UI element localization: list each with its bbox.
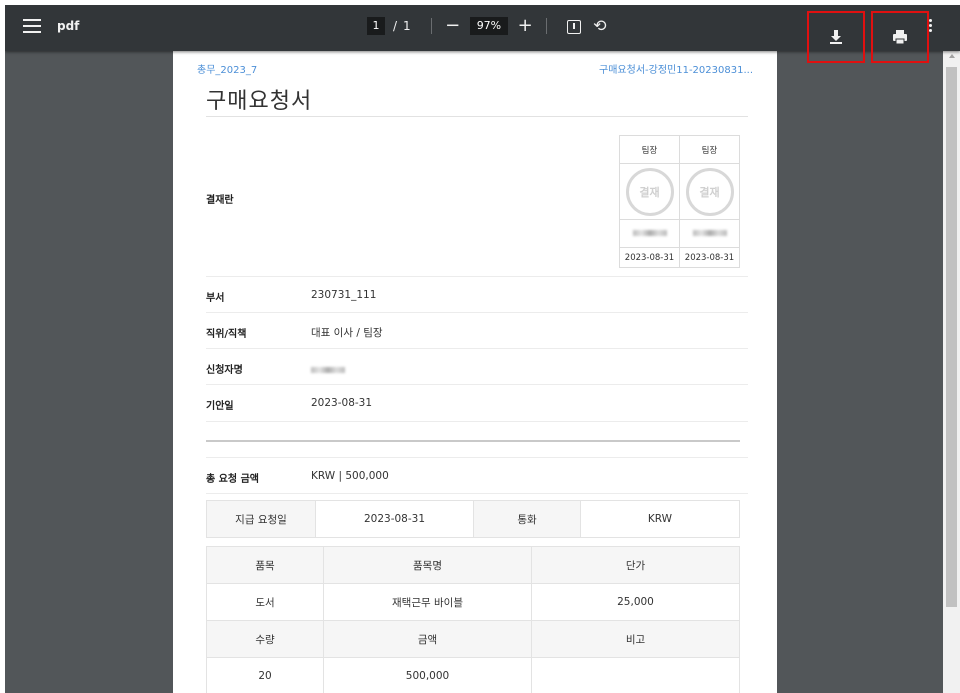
page-controls: 1 / 1 − 97% + ⟲ [367,17,617,35]
approval-table: 팀장 팀장 결재 결재 2023-08-31 2023-08-31 [619,135,740,268]
pdf-viewer: pdf 1 / 1 − 97% + ⟲ 총무_2023_7 구매요청서-강정민1… [5,5,960,693]
document-filename: 구매요청서-강정민11-20230831... [599,65,753,76]
page-number-input[interactable]: 1 [367,17,385,35]
document-category: 총무_2023_7 [197,65,258,76]
row-divider [206,312,748,313]
total-amount-label: 총 요청 금액 [206,474,259,485]
draft-date-value: 2023-08-31 [311,397,373,409]
items-table: 품목 품목명 단가 도서 재택근무 바이블 25,000 수량 금액 비고 20… [206,546,740,693]
row-divider [206,348,748,349]
redacted-approver-name [692,229,727,236]
table-cell: 20 [206,657,324,693]
position-value: 대표 이사 / 팀장 [311,327,383,339]
table-cell: 도서 [206,583,324,621]
table-header: 단가 [531,546,740,584]
table-header: 수량 [206,620,324,658]
draft-date-label: 기안일 [206,401,234,412]
print-icon [893,30,907,45]
approval-date: 2023-08-31 [619,247,680,268]
redacted-approver-name [632,229,667,236]
table-cell: 25,000 [531,583,740,621]
download-button[interactable] [807,11,865,63]
approval-date: 2023-08-31 [679,247,740,268]
menu-icon[interactable] [23,19,41,37]
divider [546,18,548,34]
approval-stamp: 결재 [685,167,734,216]
dept-label: 부서 [206,293,225,304]
approval-label: 결재란 [206,195,234,206]
print-button[interactable] [871,11,929,63]
currency-label: 통화 [473,500,581,538]
currency-value: KRW [580,500,740,538]
payment-date-label: 지급 요청일 [206,500,316,538]
document-title: pdf [57,19,80,33]
row-divider [206,421,748,422]
page-total: 1 [403,19,411,33]
applicant-value [311,364,345,376]
approver-role: 팀장 [619,135,680,164]
page-separator: / [393,19,398,33]
fit-page-icon[interactable] [567,20,582,34]
total-amount-value: KRW | 500,000 [311,470,389,482]
more-options-icon[interactable] [929,19,932,33]
rotate-icon[interactable]: ⟲ [593,17,611,35]
scroll-up-arrow[interactable] [949,54,955,58]
table-header: 품목 [206,546,324,584]
redacted-applicant-name [311,367,345,373]
table-header: 품목명 [323,546,532,584]
table-cell [531,657,740,693]
applicant-label: 신청자명 [206,365,243,376]
payment-table: 지급 요청일 2023-08-31 통화 KRW [206,500,740,538]
divider [430,18,432,34]
row-divider [206,276,748,277]
section-divider [206,440,740,442]
scrollbar-thumb[interactable] [946,67,957,607]
zoom-out-button[interactable]: − [444,17,462,35]
row-divider [206,384,748,385]
payment-date-value: 2023-08-31 [315,500,474,538]
approver-role: 팀장 [679,135,740,164]
row-divider [206,457,748,458]
title-divider [206,116,748,117]
position-label: 직위/직책 [206,329,247,340]
pdf-page: 총무_2023_7 구매요청서-강정민11-20230831... 구매요청서 … [173,51,777,693]
approval-stamp: 결재 [625,167,674,216]
table-header: 금액 [323,620,532,658]
table-cell: 재택근무 바이블 [323,583,532,621]
form-title: 구매요청서 [206,89,313,114]
dept-value: 230731_111 [311,289,377,301]
zoom-level-input[interactable]: 97% [469,17,509,35]
download-icon [830,30,842,44]
table-cell: 500,000 [323,657,532,693]
zoom-in-button[interactable]: + [516,17,534,35]
row-divider [206,493,748,494]
table-header: 비고 [531,620,740,658]
